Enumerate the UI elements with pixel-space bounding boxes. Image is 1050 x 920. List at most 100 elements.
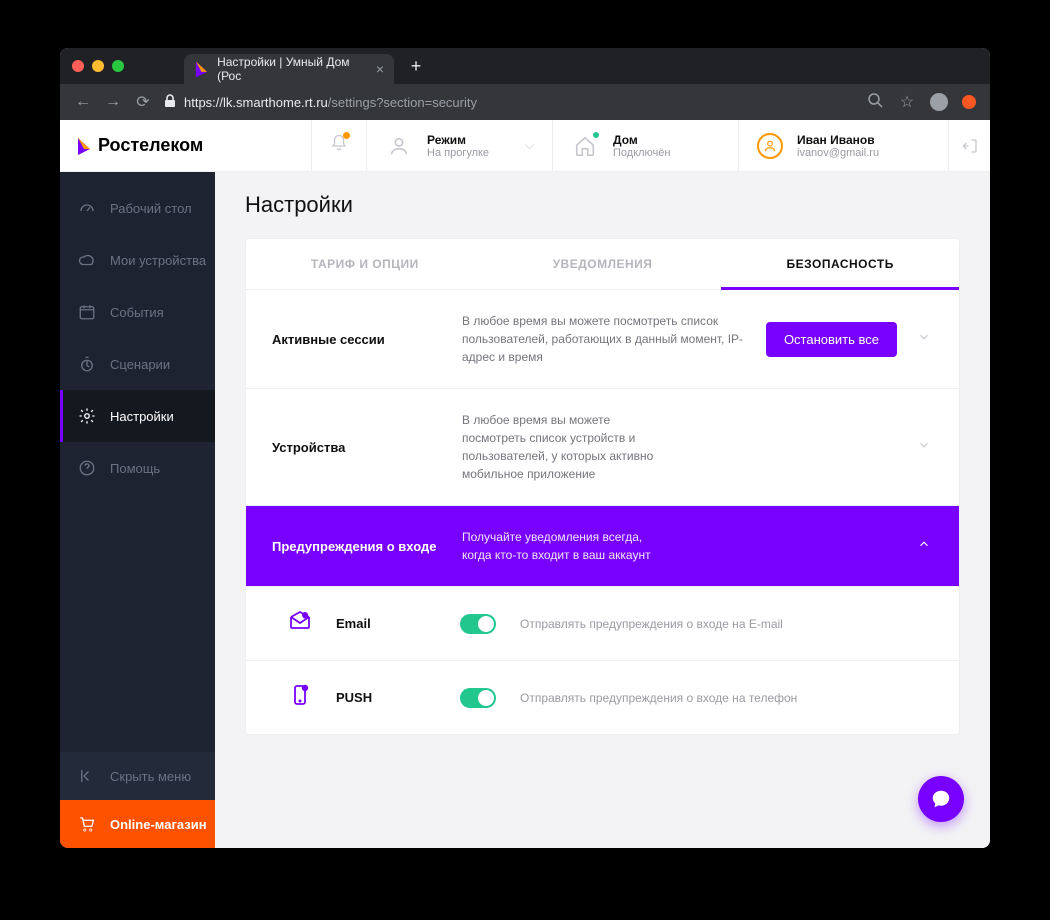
user-menu[interactable]: Иван Иванов ivanov@gmail.ru [738, 120, 948, 171]
forward-button[interactable]: → [104, 93, 122, 111]
mode-icon [385, 132, 413, 160]
favicon-icon [194, 58, 209, 80]
browser-tab[interactable]: Настройки | Умный Дом (Рос × [184, 54, 394, 84]
stopwatch-icon [78, 355, 96, 373]
url-text: https://lk.smarthome.rt.ru/settings?sect… [184, 95, 477, 110]
push-toggle[interactable] [460, 688, 496, 708]
tab-notifications[interactable]: УВЕДОМЛЕНИЯ [484, 239, 722, 289]
app-body: Рабочий стол Мои устройства События Сцен… [60, 172, 990, 848]
chevron-up-icon[interactable] [917, 537, 933, 556]
section-desc: В любое время вы можете посмотреть списо… [462, 411, 662, 483]
svg-text:@: @ [302, 613, 307, 619]
row-desc: Отправлять предупреждения о входе на E-m… [520, 617, 783, 631]
tab-title: Настройки | Умный Дом (Рос [217, 55, 368, 83]
notifications-button[interactable] [311, 120, 366, 171]
section-desc: Получайте уведомления всегда, когда кто-… [462, 528, 662, 564]
bookmark-icon[interactable]: ☆ [898, 92, 916, 112]
sidebar-item-devices[interactable]: Мои устройства [60, 234, 215, 286]
close-window-button[interactable] [72, 60, 84, 72]
extension-icon[interactable] [962, 95, 976, 109]
address-bar[interactable]: https://lk.smarthome.rt.ru/settings?sect… [164, 94, 854, 111]
cloud-icon [78, 251, 96, 269]
chevron-down-icon[interactable] [917, 438, 933, 457]
brand-logo[interactable]: Ростелеком [60, 120, 311, 171]
row-label: Email [336, 616, 436, 631]
back-button[interactable]: ← [74, 93, 92, 111]
sidebar-item-scenarios[interactable]: Сценарии [60, 338, 215, 390]
home-text: Дом Подключён [613, 133, 671, 159]
section-active-sessions: Активные сессии В любое время вы можете … [246, 290, 959, 389]
reload-button[interactable]: ⟳ [134, 92, 152, 112]
zoom-icon[interactable] [866, 92, 884, 113]
maximize-window-button[interactable] [112, 60, 124, 72]
new-tab-button[interactable]: + [406, 56, 426, 77]
connected-badge [591, 130, 601, 140]
tab-security[interactable]: БЕЗОПАСНОСТЬ [721, 239, 959, 289]
logo-icon [76, 135, 92, 157]
tab-close-icon[interactable]: × [376, 61, 384, 77]
app-root: Ростелеком Режим На прогулке ⌵ [60, 120, 990, 848]
logout-button[interactable] [948, 120, 990, 171]
bell-icon [330, 134, 348, 157]
section-title: Предупреждения о входе [272, 539, 442, 554]
minimize-window-button[interactable] [92, 60, 104, 72]
home-icon [571, 132, 599, 160]
browser-window: Настройки | Умный Дом (Рос × + ← → ⟳ htt… [60, 48, 990, 848]
collapse-icon [78, 767, 96, 785]
sidebar-item-dashboard[interactable]: Рабочий стол [60, 182, 215, 234]
home-status[interactable]: Дом Подключён [552, 120, 738, 171]
chat-fab[interactable] [918, 776, 964, 822]
push-icon: ! [288, 683, 312, 712]
sidebar-item-events[interactable]: События [60, 286, 215, 338]
page-title: Настройки [245, 192, 960, 218]
cart-icon [78, 815, 96, 833]
settings-card: ТАРИФ И ОПЦИИ УВЕДОМЛЕНИЯ БЕЗОПАСНОСТЬ А… [245, 238, 960, 735]
mode-selector[interactable]: Режим На прогулке ⌵ [366, 120, 552, 171]
email-toggle[interactable] [460, 614, 496, 634]
sidebar-item-label: Настройки [110, 409, 174, 424]
chevron-down-icon[interactable] [917, 330, 933, 349]
sidebar-item-help[interactable]: Помощь [60, 442, 215, 494]
lock-icon [164, 94, 176, 111]
row-desc: Отправлять предупреждения о входе на тел… [520, 691, 797, 705]
profile-avatar[interactable] [930, 93, 948, 111]
row-email-alerts: @ Email Отправлять предупреждения о вход… [246, 587, 959, 661]
sidebar-collapse-button[interactable]: Скрыть меню [60, 752, 215, 800]
gauge-icon [78, 199, 96, 217]
sidebar-item-label: Рабочий стол [110, 201, 192, 216]
user-text: Иван Иванов ivanov@gmail.ru [797, 133, 879, 159]
tab-tariff[interactable]: ТАРИФ И ОПЦИИ [246, 239, 484, 289]
row-push-alerts: ! PUSH Отправлять предупреждения о входе… [246, 661, 959, 734]
main-content: Настройки ТАРИФ И ОПЦИИ УВЕДОМЛЕНИЯ БЕЗО… [215, 172, 990, 848]
gear-icon [78, 407, 96, 425]
help-icon [78, 459, 96, 477]
stop-all-button[interactable]: Остановить все [766, 322, 897, 357]
sidebar-shop-label: Online-магазин [110, 817, 207, 832]
sidebar-hide-label: Скрыть меню [110, 769, 191, 784]
sidebar-item-label: События [110, 305, 164, 320]
toolbar-right: ☆ [866, 92, 976, 113]
mode-text: Режим На прогулке [427, 133, 489, 159]
chevron-down-icon: ⌵ [525, 138, 534, 153]
section-login-warnings[interactable]: Предупреждения о входе Получайте уведомл… [246, 506, 959, 587]
section-devices: Устройства В любое время вы можете посмо… [246, 389, 959, 506]
email-icon: @ [288, 609, 312, 638]
section-desc: В любое время вы можете посмотреть списо… [462, 312, 746, 366]
browser-toolbar: ← → ⟳ https://lk.smarthome.rt.ru/setting… [60, 84, 990, 120]
logout-icon [961, 137, 979, 155]
sidebar-item-label: Мои устройства [110, 253, 206, 268]
sidebar-item-label: Сценарии [110, 357, 170, 372]
sidebar-item-settings[interactable]: Настройки [60, 390, 215, 442]
calendar-icon [78, 303, 96, 321]
row-label: PUSH [336, 690, 436, 705]
sidebar-shop-button[interactable]: Online-магазин [60, 800, 215, 848]
user-avatar-icon [757, 133, 783, 159]
chat-icon [930, 788, 952, 810]
sidebar: Рабочий стол Мои устройства События Сцен… [60, 172, 215, 848]
sidebar-item-label: Помощь [110, 461, 160, 476]
settings-tabs: ТАРИФ И ОПЦИИ УВЕДОМЛЕНИЯ БЕЗОПАСНОСТЬ [246, 239, 959, 290]
window-controls [72, 60, 124, 72]
logo-text: Ростелеком [98, 135, 203, 156]
notification-badge [343, 132, 350, 139]
browser-tab-strip: Настройки | Умный Дом (Рос × + [60, 48, 990, 84]
